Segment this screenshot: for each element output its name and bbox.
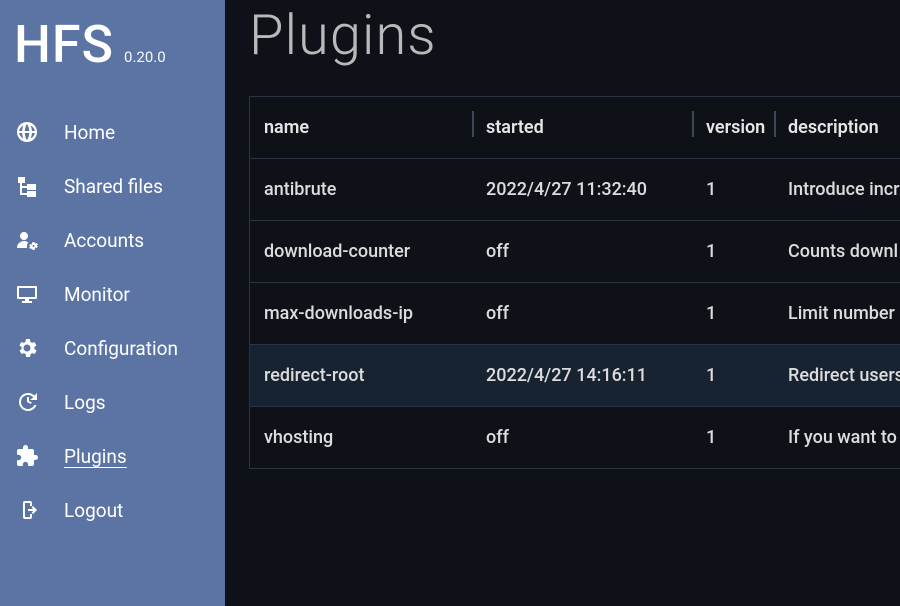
cell-name: redirect-root (250, 345, 472, 407)
sidebar-item-logout[interactable]: Logout (0, 483, 225, 537)
cell-description: Introduce incr (774, 159, 900, 221)
table-row[interactable]: vhosting off 1 If you want to (250, 407, 900, 469)
cell-version: 1 (692, 159, 774, 221)
monitor-icon (14, 281, 40, 307)
sidebar-item-plugins[interactable]: Plugins (0, 429, 225, 483)
column-header-version[interactable]: version (692, 97, 774, 159)
sidebar-item-label: Logout (64, 499, 123, 522)
table-header-row: name started version description (250, 97, 900, 159)
column-header-name[interactable]: name (250, 97, 472, 159)
sidebar-item-label: Plugins (64, 445, 127, 468)
cell-name: antibrute (250, 159, 472, 221)
sidebar-item-label: Configuration (64, 337, 178, 360)
column-header-started[interactable]: started (472, 97, 692, 159)
cell-started: off (472, 221, 692, 283)
brand-title: HFS (14, 14, 114, 75)
puzzle-icon (14, 443, 40, 469)
sidebar-item-label: Logs (64, 391, 106, 414)
cell-started: 2022/4/27 14:16:11 (472, 345, 692, 407)
plugins-table: name started version description antibru… (249, 96, 900, 469)
cell-name: download-counter (250, 221, 472, 283)
sidebar-item-logs[interactable]: Logs (0, 375, 225, 429)
sidebar-item-monitor[interactable]: Monitor (0, 267, 225, 321)
cell-name: max-downloads-ip (250, 283, 472, 345)
cell-started: off (472, 407, 692, 469)
cell-name: vhosting (250, 407, 472, 469)
sidebar-item-label: Monitor (64, 283, 130, 306)
brand: HFS 0.20.0 (0, 10, 225, 105)
sidebar-item-label: Shared files (64, 175, 163, 198)
tree-icon (14, 173, 40, 199)
cell-version: 1 (692, 221, 774, 283)
gear-icon (14, 335, 40, 361)
table-row[interactable]: download-counter off 1 Counts downl (250, 221, 900, 283)
cell-description: Counts downl (774, 221, 900, 283)
sidebar-item-home[interactable]: Home (0, 105, 225, 159)
cell-description: Limit number (774, 283, 900, 345)
cell-description: If you want to (774, 407, 900, 469)
sidebar-item-label: Home (64, 121, 115, 144)
table-row[interactable]: antibrute 2022/4/27 11:32:40 1 Introduce… (250, 159, 900, 221)
cell-description: Redirect users (774, 345, 900, 407)
sidebar-item-shared-files[interactable]: Shared files (0, 159, 225, 213)
cell-version: 1 (692, 345, 774, 407)
table-row[interactable]: max-downloads-ip off 1 Limit number (250, 283, 900, 345)
globe-icon (14, 119, 40, 145)
cell-version: 1 (692, 283, 774, 345)
cell-started: off (472, 283, 692, 345)
table-row[interactable]: redirect-root 2022/4/27 14:16:11 1 Redir… (250, 345, 900, 407)
sidebar-item-accounts[interactable]: Accounts (0, 213, 225, 267)
sidebar-item-configuration[interactable]: Configuration (0, 321, 225, 375)
sidebar-nav: Home Shared files Accounts Monitor (0, 105, 225, 537)
user-gear-icon (14, 227, 40, 253)
sidebar: HFS 0.20.0 Home Shared files Accoun (0, 0, 225, 606)
sidebar-item-label: Accounts (64, 229, 144, 252)
logout-icon (14, 497, 40, 523)
cell-version: 1 (692, 407, 774, 469)
column-header-description[interactable]: description (774, 97, 900, 159)
page-title: Plugins (249, 0, 900, 96)
history-icon (14, 389, 40, 415)
cell-started: 2022/4/27 11:32:40 (472, 159, 692, 221)
brand-version: 0.20.0 (124, 48, 166, 66)
main: Plugins name started version description (225, 0, 900, 606)
